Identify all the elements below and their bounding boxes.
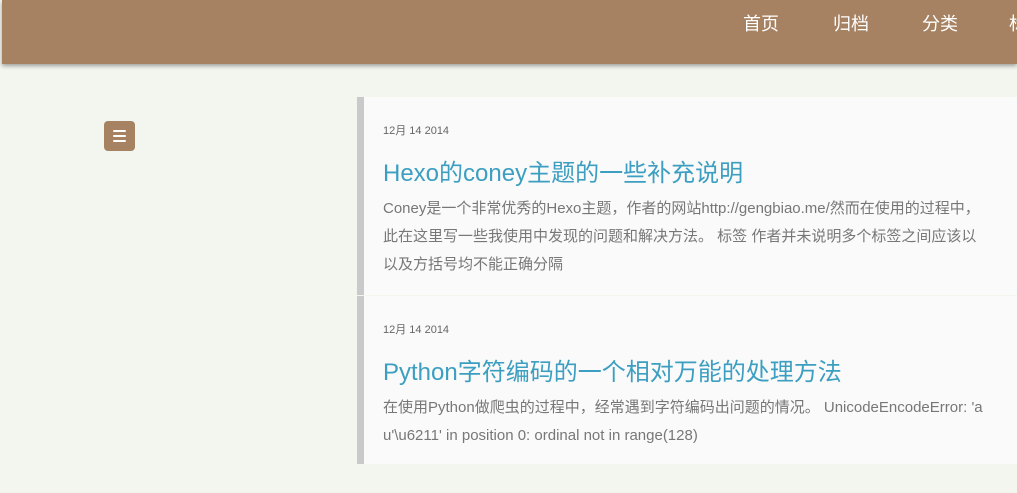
nav-item-home[interactable]: 首页 bbox=[743, 0, 779, 48]
excerpt-line: u'\u6211' in position 0: ordinal not in … bbox=[383, 427, 698, 444]
excerpt-line: 此在这里写一些我使用中发现的问题和解决方法。 标签 作者并未说明多个标签之间应该… bbox=[383, 228, 977, 245]
post-list: 12月 14 2014 Hexo的coney主题的一些补充说明 Coney是一个… bbox=[357, 97, 1017, 464]
menu-bar-line bbox=[113, 130, 126, 132]
post-card: 12月 14 2014 Hexo的coney主题的一些补充说明 Coney是一个… bbox=[357, 97, 1017, 295]
post-title-link[interactable]: Python字符编码的一个相对万能的处理方法 bbox=[383, 352, 842, 387]
excerpt-line: Coney是一个非常优秀的Hexo主题，作者的网站http://gengbiao… bbox=[383, 200, 980, 217]
hamburger-menu-icon[interactable] bbox=[104, 121, 135, 151]
excerpt-line: 以及方括号均不能正确分隔 bbox=[383, 256, 564, 273]
menu-bar-line bbox=[113, 140, 126, 142]
post-excerpt: 在使用Python做爬虫的过程中，经常遇到字符编码出问题的情况。 Unicode… bbox=[383, 394, 983, 450]
nav-item-categories[interactable]: 分类 bbox=[922, 0, 958, 48]
post-date: 12月 14 2014 bbox=[383, 324, 450, 336]
excerpt-line: 在使用Python做爬虫的过程中，经常遇到字符编码出问题的情况。 Unicode… bbox=[383, 399, 983, 416]
nav-item-tags[interactable]: 标 bbox=[1009, 0, 1017, 48]
post-title-link[interactable]: Hexo的coney主题的一些补充说明 bbox=[383, 153, 743, 188]
site-header: 首页 归档 分类 标 bbox=[2, 0, 1017, 64]
post-card: 12月 14 2014 Python字符编码的一个相对万能的处理方法 在使用Py… bbox=[357, 296, 1017, 464]
menu-bar-line bbox=[113, 135, 126, 137]
post-excerpt: Coney是一个非常优秀的Hexo主题，作者的网站http://gengbiao… bbox=[383, 195, 980, 279]
nav-item-archive[interactable]: 归档 bbox=[833, 0, 869, 48]
post-date: 12月 14 2014 bbox=[383, 125, 450, 137]
